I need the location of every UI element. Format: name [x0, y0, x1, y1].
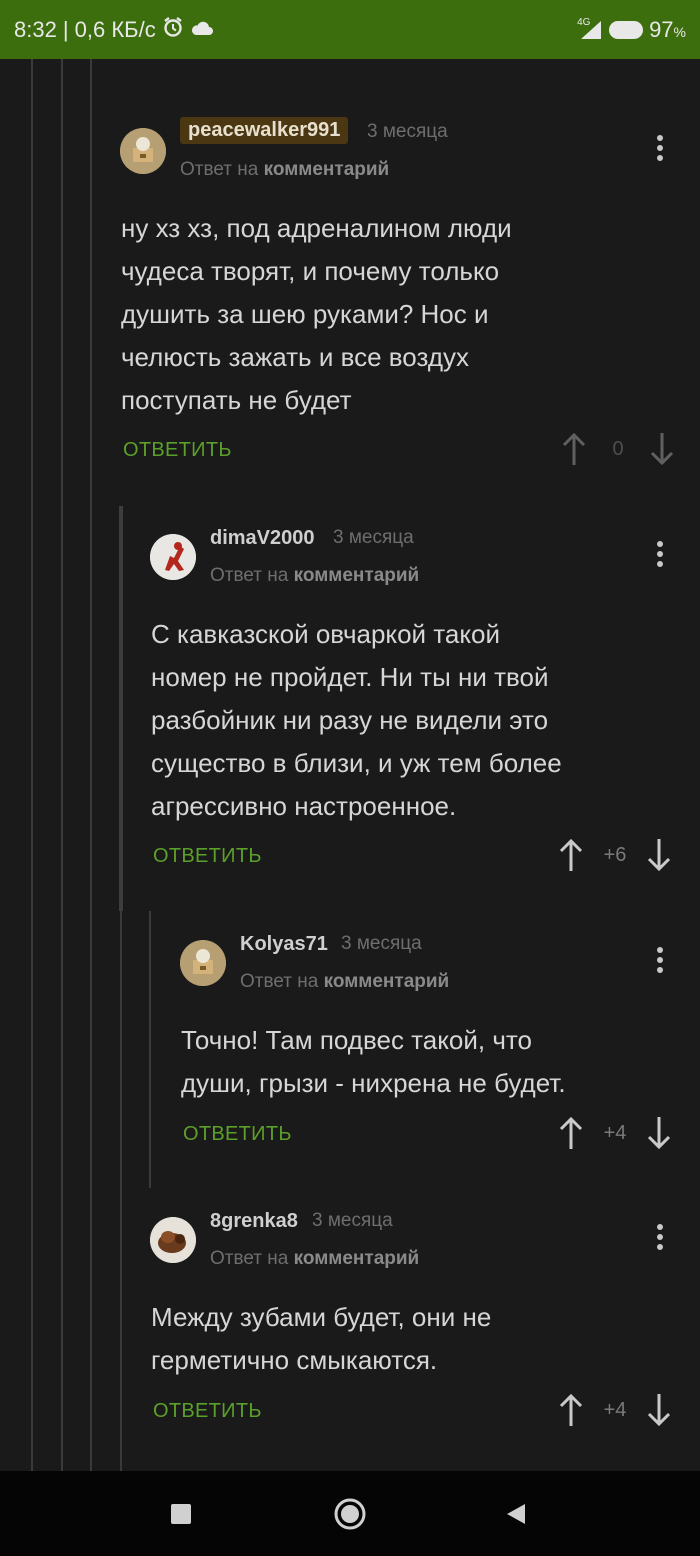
battery-icon: [609, 20, 644, 39]
status-bar: 8:32 | 0,6 КБ/с 4G 97%: [0, 0, 700, 59]
comment-line: герметично смыкаются.: [151, 1345, 438, 1375]
status-speed: | 0,6 КБ/с: [62, 16, 156, 42]
comment-username[interactable]: 8grenka8: [210, 1210, 298, 1233]
battery-percent: 97: [649, 16, 674, 42]
vote-score: +4: [603, 1398, 627, 1421]
reply-button[interactable]: ОТВЕТИТЬ: [153, 1400, 262, 1423]
reply-to-line: Ответ на комментарий: [210, 1248, 419, 1270]
recents-square-icon[interactable]: [141, 1471, 221, 1556]
reply-to-prefix: Ответ на: [210, 1248, 289, 1269]
more-options-icon[interactable]: [650, 1222, 670, 1252]
vote-controls: +4: [557, 1390, 673, 1430]
upvote-icon[interactable]: [557, 1392, 585, 1428]
status-time: 8:32: [14, 16, 57, 42]
signal-icon: 4G: [577, 17, 603, 41]
cloud-icon: [190, 17, 214, 43]
comments-thread[interactable]: peacewalker991 3 месяца Ответ на коммент…: [0, 59, 700, 1471]
battery-level: 97%: [649, 17, 686, 43]
comment-body: Между зубами будет, они не герметично см…: [151, 1296, 491, 1382]
navigation-bar: [0, 1471, 700, 1556]
back-triangle-icon[interactable]: [476, 1471, 556, 1556]
downvote-icon[interactable]: [645, 1392, 673, 1428]
alarm-icon: [162, 16, 184, 44]
comment: 8grenka8 3 месяца Ответ на комментарий М…: [0, 59, 700, 1471]
comment-time: 3 месяца: [312, 1210, 393, 1231]
comment-line: Между зубами будет, они не: [151, 1302, 492, 1332]
home-circle-icon[interactable]: [310, 1471, 390, 1556]
battery-unit: %: [673, 23, 686, 40]
avatar[interactable]: [150, 1217, 196, 1263]
reply-to-link[interactable]: комментарий: [294, 1248, 420, 1269]
